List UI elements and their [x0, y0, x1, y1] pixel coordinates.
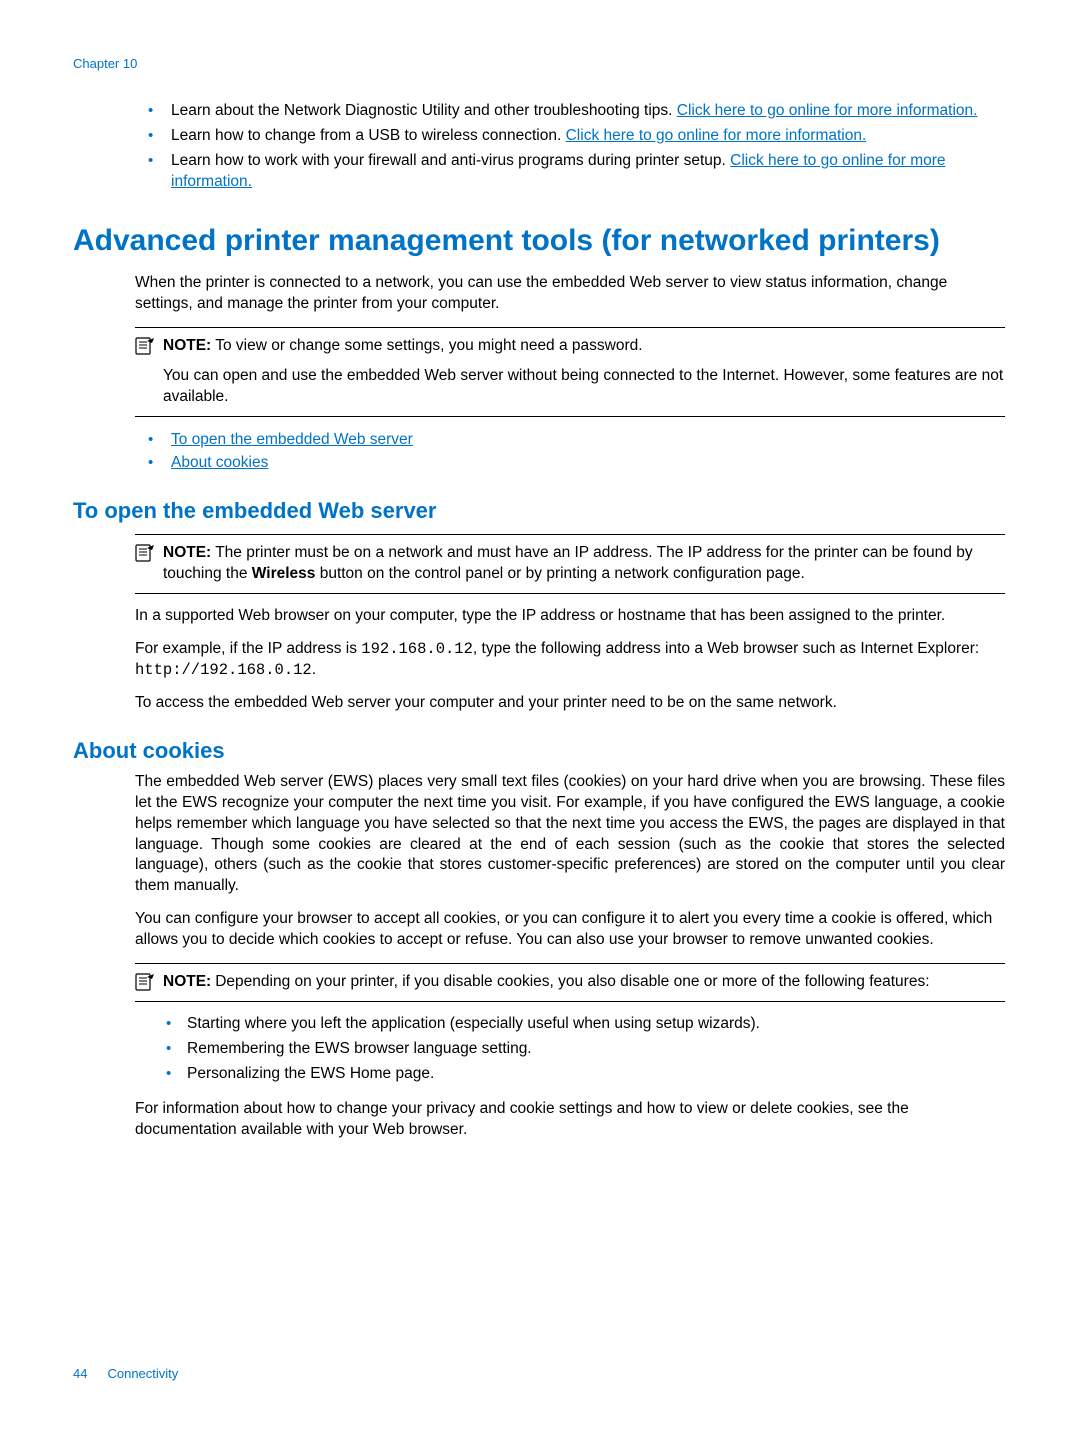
- note-icon: [135, 337, 155, 355]
- body-paragraph: The embedded Web server (EWS) places ver…: [135, 772, 1005, 898]
- note-content: NOTE:The printer must be on a network an…: [163, 543, 1005, 585]
- intro-paragraph: When the printer is connected to a netwo…: [135, 273, 1005, 315]
- online-info-link[interactable]: Click here to go online for more informa…: [566, 127, 867, 144]
- sub-heading-open-ews: To open the embedded Web server: [73, 498, 1005, 524]
- footer-section: Connectivity: [107, 1366, 178, 1381]
- toc-item: To open the embedded Web server: [143, 429, 1005, 451]
- text-segment: .: [312, 661, 316, 678]
- list-item-text: Learn how to work with your firewall and…: [171, 152, 730, 169]
- sub-heading-about-cookies: About cookies: [73, 738, 1005, 764]
- online-info-link[interactable]: Click here to go online for more informa…: [677, 102, 978, 119]
- list-item: Learn how to change from a USB to wirele…: [143, 126, 1005, 147]
- top-troubleshooting-list: Learn about the Network Diagnostic Utili…: [143, 101, 1005, 193]
- section-toc: To open the embedded Web server About co…: [143, 429, 1005, 474]
- toc-item: About cookies: [143, 452, 1005, 474]
- note-content: NOTE:Depending on your printer, if you d…: [163, 972, 930, 993]
- note-label: NOTE:: [163, 544, 211, 561]
- note-box: NOTE:To view or change some settings, yo…: [135, 327, 1005, 418]
- cookie-features-list: Starting where you left the application …: [163, 1014, 1005, 1085]
- note-text-post: button on the control panel or by printi…: [315, 565, 804, 582]
- main-heading: Advanced printer management tools (for n…: [73, 223, 1005, 259]
- note-box: NOTE:Depending on your printer, if you d…: [135, 963, 1005, 1002]
- note-text: To view or change some settings, you mig…: [215, 337, 642, 354]
- ip-address-code: 192.168.0.12: [361, 640, 473, 658]
- toc-link-open-ews[interactable]: To open the embedded Web server: [171, 431, 413, 448]
- page-footer: 44 Connectivity: [73, 1366, 178, 1381]
- note-label: NOTE:: [163, 973, 211, 990]
- note-bold: Wireless: [252, 565, 316, 582]
- list-item: Remembering the EWS browser language set…: [163, 1039, 1005, 1060]
- body-paragraph: To access the embedded Web server your c…: [135, 693, 1005, 714]
- list-item: Learn about the Network Diagnostic Utili…: [143, 101, 1005, 122]
- body-paragraph: For example, if the IP address is 192.16…: [135, 639, 1005, 681]
- note-box: NOTE:The printer must be on a network an…: [135, 534, 1005, 594]
- chapter-header: Chapter 10: [73, 56, 1005, 71]
- note-text: Depending on your printer, if you disabl…: [215, 973, 929, 990]
- page-number: 44: [73, 1366, 87, 1381]
- toc-link-about-cookies[interactable]: About cookies: [171, 454, 268, 471]
- list-item: Personalizing the EWS Home page.: [163, 1064, 1005, 1085]
- note-label: NOTE:: [163, 337, 211, 354]
- note-content: NOTE:To view or change some settings, yo…: [163, 336, 643, 357]
- note-icon: [135, 973, 155, 991]
- text-segment: For example, if the IP address is: [135, 640, 361, 657]
- url-code: http://192.168.0.12: [135, 661, 312, 679]
- body-paragraph: You can configure your browser to accept…: [135, 909, 1005, 951]
- body-paragraph: For information about how to change your…: [135, 1099, 1005, 1141]
- list-item-text: Learn how to change from a USB to wirele…: [171, 127, 566, 144]
- list-item: Learn how to work with your firewall and…: [143, 151, 1005, 193]
- text-segment: , type the following address into a Web …: [473, 640, 979, 657]
- note-extra-text: You can open and use the embedded Web se…: [163, 366, 1005, 408]
- list-item-text: Learn about the Network Diagnostic Utili…: [171, 102, 677, 119]
- body-paragraph: In a supported Web browser on your compu…: [135, 606, 1005, 627]
- list-item: Starting where you left the application …: [163, 1014, 1005, 1035]
- note-icon: [135, 544, 155, 562]
